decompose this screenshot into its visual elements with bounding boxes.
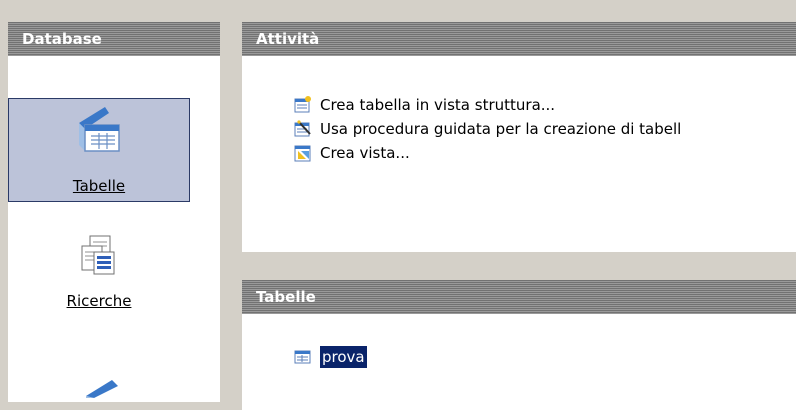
task-create-view-label: Crea vista... [320, 144, 410, 162]
table-design-icon [294, 96, 311, 113]
category-tables-label: Tabelle [72, 177, 126, 195]
tables-panel: Tabelle prova [242, 280, 796, 410]
queries-category-icon [81, 235, 115, 275]
table-item-label: prova [319, 345, 368, 369]
category-tables[interactable]: Tabelle [8, 98, 190, 202]
database-panel: Database Tabelle Ricerche [8, 22, 220, 402]
forms-category-icon [86, 380, 118, 398]
table-icon [294, 350, 311, 364]
category-queries-label: Ricerche [66, 292, 132, 310]
database-panel-title: Database [8, 22, 220, 56]
table-wizard-icon [294, 120, 311, 137]
tasks-panel: Attività Crea tabella in vista struttura… [242, 22, 796, 252]
task-create-table-design-label: Crea tabella in vista struttura... [320, 96, 556, 114]
tables-category-icon [79, 107, 120, 152]
task-table-wizard-label: Usa procedura guidata per la creazione d… [320, 120, 682, 138]
tasks-panel-title: Attività [242, 22, 796, 56]
category-queries[interactable]: Ricerche [8, 230, 190, 330]
create-view-icon [294, 145, 311, 162]
tables-panel-title: Tabelle [242, 280, 796, 314]
